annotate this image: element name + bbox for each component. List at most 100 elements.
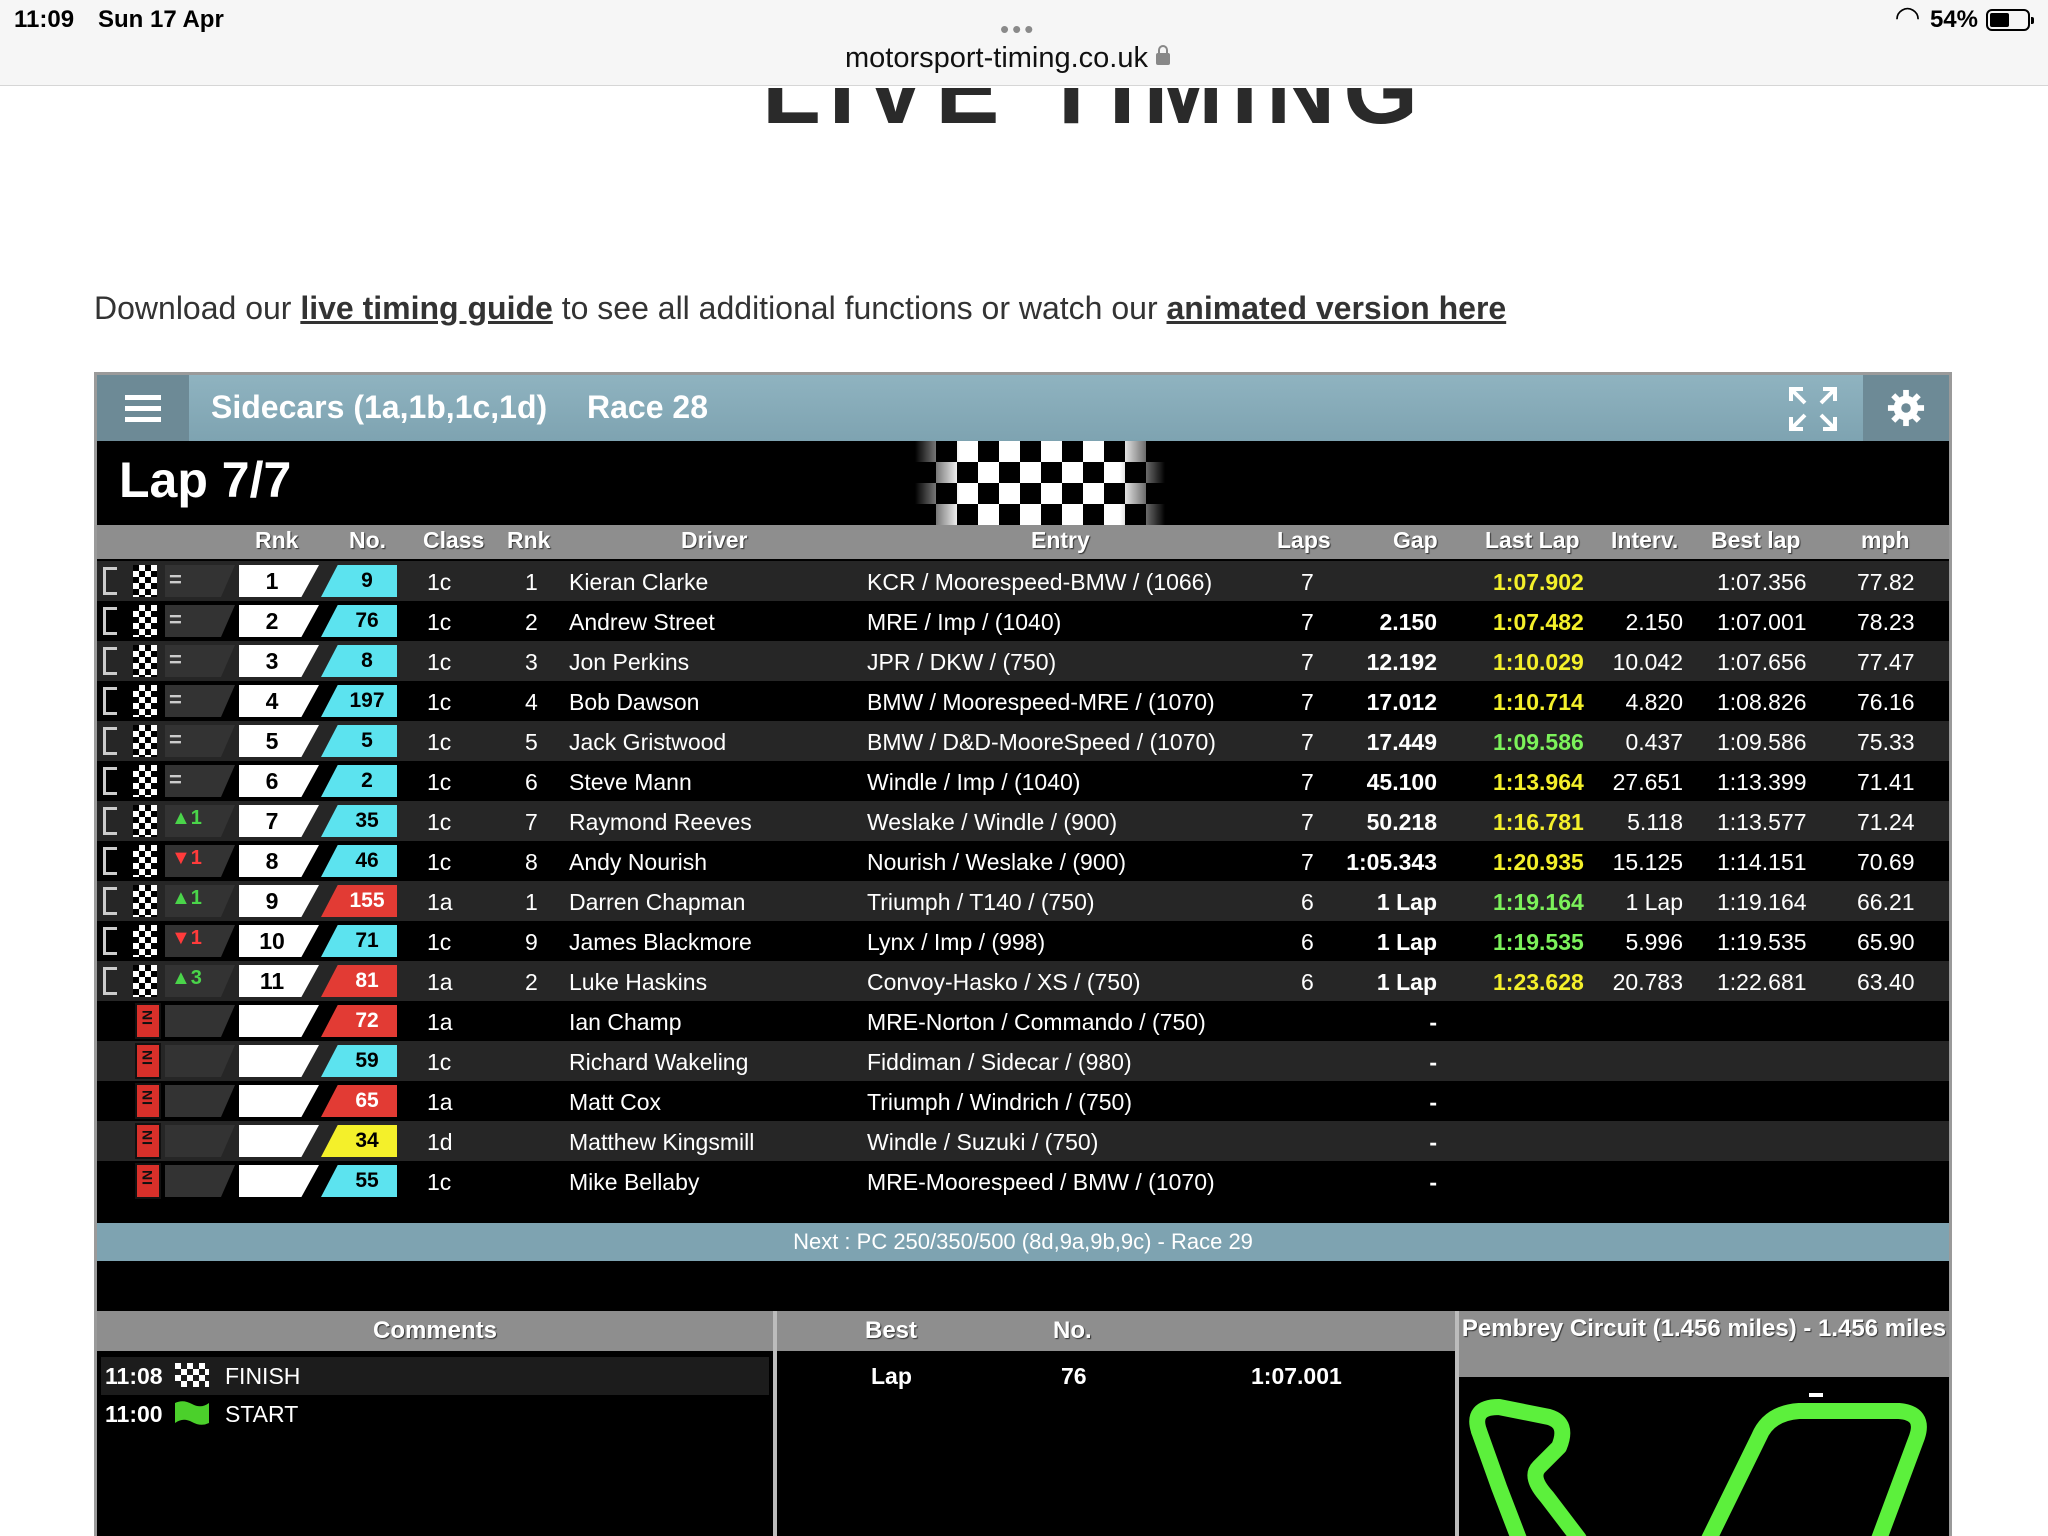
last-lap-cell: 1:09.586	[1493, 729, 1584, 755]
entry-cell: Triumph / Windrich / (750)	[867, 1089, 1132, 1115]
interval-cell: 27.651	[1612, 769, 1683, 795]
page-heading: LIVE TIMING	[0, 88, 2048, 128]
position-change-box	[165, 1125, 235, 1157]
chequered-flag-icon	[915, 441, 1165, 525]
rank-box	[239, 1165, 319, 1197]
table-row[interactable]: IN 65 1a Matt Cox Triumph / Windrich / (750)…	[97, 1081, 1949, 1121]
class-cell: 1c	[427, 769, 452, 795]
col-class[interactable]: Class	[423, 527, 484, 554]
settings-button[interactable]	[1863, 375, 1949, 441]
in-pit-badge: IN	[135, 1163, 161, 1199]
entry-cell: Nourish / Weslake / (900)	[867, 849, 1127, 875]
col-rnk[interactable]: Rnk	[255, 527, 298, 554]
driver-cell: Matthew Kingsmill	[569, 1129, 755, 1155]
table-row[interactable]: = 1 9 1c 1 Kieran Clarke KCR / Moorespeed-BMW …	[97, 561, 1949, 601]
driver-cell: Kieran Clarke	[569, 569, 709, 595]
last-lap-cell: 1:10.714	[1493, 689, 1584, 715]
chequered-flag-icon	[133, 645, 157, 677]
car-number: 9	[361, 569, 373, 592]
driver-cell: Luke Haskins	[569, 969, 708, 995]
position-change: =	[169, 727, 182, 752]
interval-cell: 4.820	[1625, 689, 1683, 715]
driver-cell: James Blackmore	[569, 929, 752, 955]
laps-cell: 6	[1301, 969, 1314, 995]
entry-cell: BMW / D&D-MooreSpeed / (1070)	[867, 729, 1216, 755]
table-row[interactable]: ▲1 7 35 1c 7 Raymond Reeves Weslake / Windle /…	[97, 801, 1949, 841]
entry-cell: Convoy-Hasko / XS / (750)	[867, 969, 1141, 995]
table-row[interactable]: ▼1 8 46 1c 8 Andy Nourish Nourish / Weslake / …	[97, 841, 1949, 881]
table-row[interactable]: ▲1 9 155 1a 1 Darren Chapman Triumph / T140 / …	[97, 881, 1949, 921]
table-row[interactable]: = 4 197 1c 4 Bob Dawson BMW / Mooresp­eed-MRE …	[97, 681, 1949, 721]
col-gap[interactable]: Gap	[1393, 527, 1438, 554]
col-entry[interactable]: Entry	[1031, 527, 1090, 554]
table-row[interactable]: IN 72 1a Ian Champ MRE-Norton / Commando / (…	[97, 1001, 1949, 1041]
class-rank-cell: 1	[525, 569, 538, 595]
driver-cell: Jon Perkins	[569, 649, 690, 675]
best-lap-cell: 1:14.151	[1717, 849, 1807, 875]
class-rank-cell: 6	[525, 769, 538, 795]
entry-cell: BMW / Mooresp­eed-MRE / (1070)	[867, 689, 1215, 715]
table-row[interactable]: = 3 8 1c 3 Jon Perkins JPR / DKW / (750) 7 12.19…	[97, 641, 1949, 681]
col-laps[interactable]: Laps	[1277, 527, 1331, 554]
table-row[interactable]: ▲3 11 81 1a 2 Luke Haskins Convoy-Hasko / XS /…	[97, 961, 1949, 1001]
track-map	[1469, 1393, 1927, 1536]
last-lap-cell: 1:23.628	[1493, 969, 1584, 995]
laps-cell: 7	[1301, 649, 1314, 675]
driver-cell: Ian Champ	[569, 1009, 682, 1035]
col-interval[interactable]: Interv.	[1611, 527, 1678, 554]
class-rank-cell: 3	[525, 649, 538, 675]
table-row[interactable]: = 6 2 1c 6 Steve Mann Windle / Imp / (1040) 7 45…	[97, 761, 1949, 801]
class-cell: 1c	[427, 809, 452, 835]
class-rank-cell: 2	[525, 609, 538, 635]
best-lap-cell: 1:13.399	[1717, 769, 1807, 795]
interval-cell: 0.437	[1625, 729, 1683, 755]
comment-row: 11:08 FINISH	[101, 1357, 769, 1395]
col-class-rnk[interactable]: Rnk	[507, 527, 550, 554]
lap-bracket-icon	[103, 647, 117, 675]
table-row[interactable]: IN 59 1c Richard Wakeling Fiddiman / Sidecar…	[97, 1041, 1949, 1081]
chequered-flag-icon	[133, 965, 157, 997]
rank-box	[239, 1085, 319, 1117]
table-row[interactable]: = 5 5 1c 5 Jack Gristwood BMW / D&D-MooreSpeed…	[97, 721, 1949, 761]
chequered-flag-icon	[133, 925, 157, 957]
in-pit-badge: IN	[135, 1083, 161, 1119]
last-lap-cell: 1:13.964	[1493, 769, 1584, 795]
live-timing-guide-link[interactable]: live timing guide	[300, 290, 552, 326]
col-last-lap[interactable]: Last Lap	[1485, 527, 1580, 554]
menu-button[interactable]	[97, 375, 189, 441]
col-driver[interactable]: Driver	[681, 527, 747, 554]
col-mph[interactable]: mph	[1861, 527, 1910, 554]
mph-cell: 70.69	[1857, 849, 1915, 875]
gear-icon	[1887, 389, 1925, 427]
gap-cell: -	[1429, 1009, 1437, 1035]
table-row[interactable]: ▼1 10 71 1c 9 James Blackmore Lynx / Imp / (99…	[97, 921, 1949, 961]
interval-cell: 1 Lap	[1625, 889, 1683, 915]
driver-cell: Andrew Street	[569, 609, 715, 635]
mph-cell: 76.16	[1857, 689, 1915, 715]
col-best-lap[interactable]: Best lap	[1711, 527, 1800, 554]
table-row[interactable]: IN 55 1c Mike Bellaby MRE-Moorespeed / BMW /…	[97, 1161, 1949, 1201]
lap-bracket-icon	[103, 687, 117, 715]
address-bar[interactable]: motorsport-timing.co.uk	[845, 42, 1170, 75]
last-lap-cell: 1:19.164	[1493, 889, 1584, 915]
car-number: 5	[361, 729, 373, 752]
animated-version-link[interactable]: animated version here	[1167, 290, 1507, 326]
more-dots-icon[interactable]: •••	[1000, 14, 1036, 45]
best-lap-cell: 1:22.681	[1717, 969, 1807, 995]
table-row[interactable]: = 2 76 1c 2 Andrew Street MRE / Imp / (1040) 7 2…	[97, 601, 1949, 641]
table-row[interactable]: IN 34 1d Matthew Kingsmill Windle / Suzuki /…	[97, 1121, 1949, 1161]
position-change-box	[165, 1165, 235, 1197]
class-cell: 1a	[427, 889, 453, 915]
lap-bracket-icon	[103, 967, 117, 995]
position-change: =	[169, 567, 182, 592]
fullscreen-icon[interactable]	[1787, 385, 1839, 433]
position-change: ▼1	[171, 847, 202, 869]
col-no[interactable]: No.	[349, 527, 386, 554]
gap-cell: 1 Lap	[1376, 929, 1437, 955]
entry-cell: MRE-Moorespeed / BMW / (1070)	[867, 1169, 1215, 1195]
best-lap-cell: 1:19.164	[1717, 889, 1807, 915]
car-number: 34	[355, 1129, 379, 1152]
chequered-flag-icon	[133, 885, 157, 917]
position-change: ▲1	[171, 807, 202, 829]
entry-cell: Triumph / T140 / (750)	[867, 889, 1095, 915]
